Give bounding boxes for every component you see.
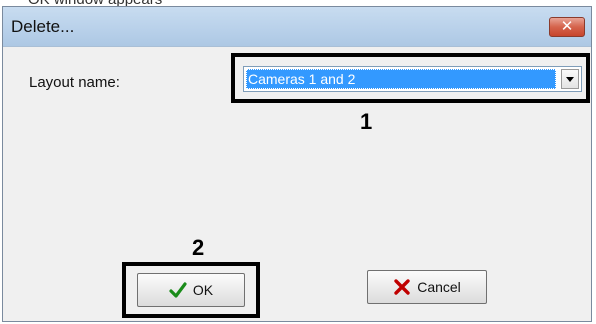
checkmark-icon (169, 281, 187, 299)
dialog-title: Delete... (11, 17, 75, 36)
close-icon: ✕ (560, 17, 574, 35)
cancel-button[interactable]: Cancel (367, 270, 487, 304)
ok-button[interactable]: OK (137, 273, 245, 307)
x-cross-icon (393, 278, 411, 296)
layout-name-label: Layout name: (29, 74, 120, 91)
delete-dialog: Delete... ✕ Layout name: Cameras 1 and 2… (2, 6, 592, 322)
title-bar: Delete... ✕ (3, 7, 591, 47)
callout-highlight-1: Cameras 1 and 2 (231, 53, 590, 103)
cancel-button-label: Cancel (417, 279, 461, 295)
ok-button-label: OK (192, 282, 214, 298)
dialog-content: Layout name: Cameras 1 and 2 1 2 OK Canc… (3, 47, 591, 321)
close-button[interactable]: ✕ (549, 17, 585, 37)
callout-number-1: 1 (360, 109, 373, 134)
layout-name-dropdown[interactable]: Cameras 1 and 2 (243, 66, 582, 92)
layout-name-selected-value: Cameras 1 and 2 (246, 69, 556, 89)
callout-number-2: 2 (192, 235, 205, 260)
callout-highlight-2: OK (122, 262, 260, 318)
chevron-down-icon[interactable] (561, 69, 579, 89)
